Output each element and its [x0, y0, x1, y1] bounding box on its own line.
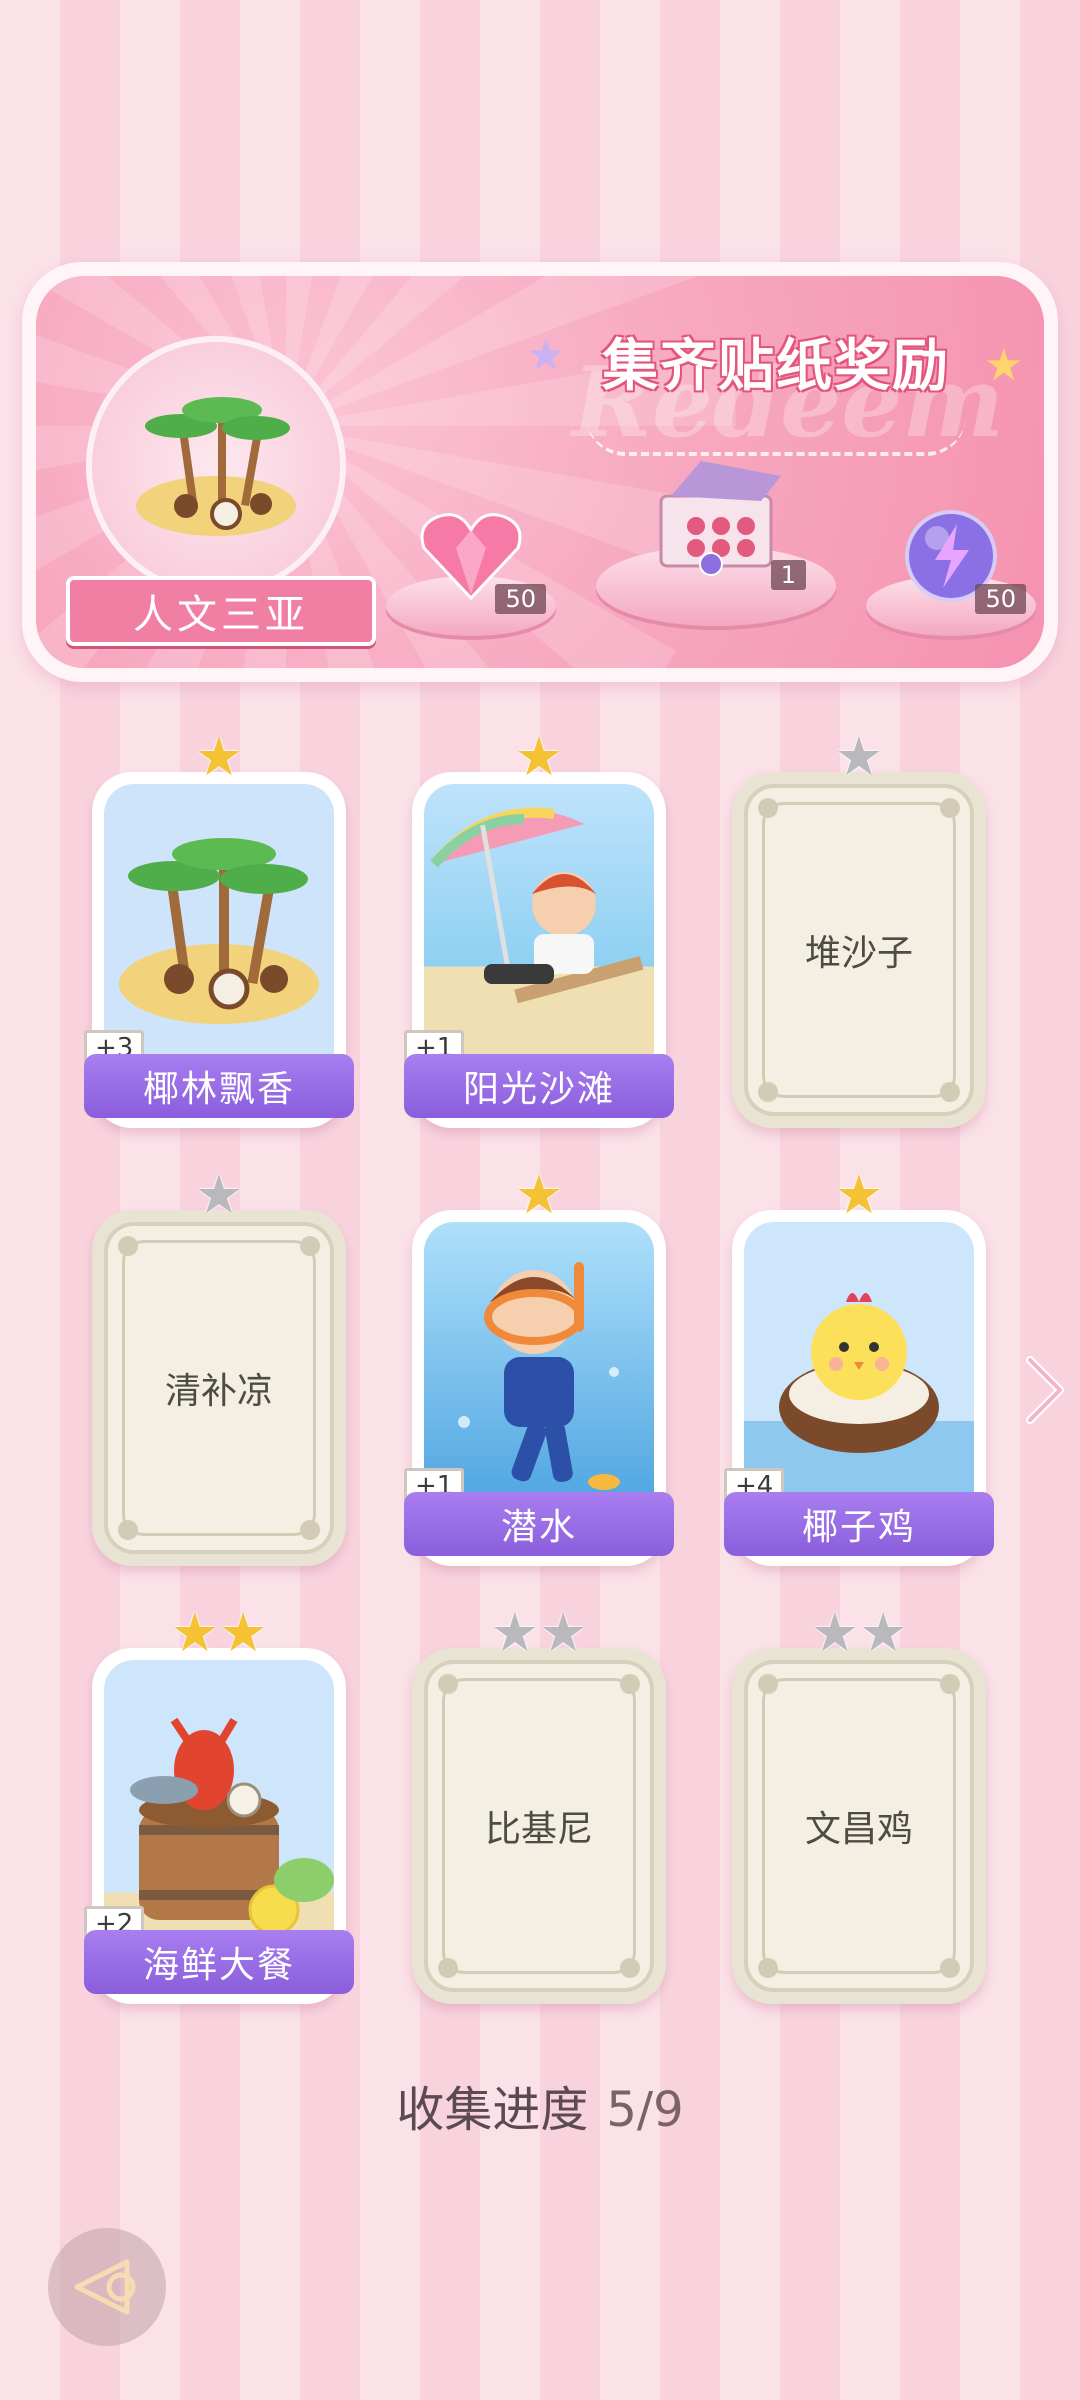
- star-icon: ★: [490, 1601, 539, 1664]
- star-icon: ★: [219, 1601, 268, 1664]
- star-icon: ★: [514, 725, 564, 788]
- sticker-card-locked-dessert[interactable]: ★ 清补凉: [92, 1168, 346, 1566]
- card-frame: 比基尼: [424, 1660, 654, 1992]
- sticker-card-diving[interactable]: ★ +1 潜水: [404, 1168, 674, 1566]
- sticker-card-seafood[interactable]: ★ ★ +2 海鲜大餐: [84, 1606, 354, 2004]
- card-frame: 文昌鸡: [744, 1660, 974, 1992]
- star-rating: ★: [732, 730, 986, 784]
- back-arrow-icon: [74, 2259, 136, 2315]
- star-rating: ★ ★: [732, 1606, 986, 1660]
- banner-title: 集齐贴纸奖励: [602, 333, 950, 399]
- reward-count: 1: [770, 560, 806, 590]
- sticker-card-locked-wenchang-chicken[interactable]: ★ ★ 文昌鸡: [732, 1606, 986, 2004]
- star-icon: ★: [810, 1601, 859, 1664]
- card-label: 潜水: [404, 1492, 674, 1556]
- star-rating: ★: [92, 1168, 346, 1222]
- card-label: 椰林飘香: [84, 1054, 354, 1118]
- banner-background: Redeem ★ 集齐贴纸奖励 ★ 人文三亚 50 1 50: [36, 276, 1044, 668]
- star-rating: ★: [412, 1168, 666, 1222]
- star-icon: ★: [194, 1163, 244, 1226]
- star-rating: ★: [732, 1168, 986, 1222]
- card-label: 海鲜大餐: [84, 1930, 354, 1994]
- progress-label: 收集进度: [396, 2082, 589, 2138]
- card-label: 堆沙子: [804, 933, 913, 974]
- reward-heart-gem[interactable]: 50: [386, 456, 556, 636]
- reward-lightning-orb[interactable]: 50: [866, 456, 1036, 636]
- reward-gift-box[interactable]: 1: [596, 416, 836, 626]
- chevron-right-icon[interactable]: [1020, 1350, 1070, 1430]
- star-icon: ★: [170, 1601, 219, 1664]
- region-ribbon: 人文三亚: [66, 576, 376, 646]
- star-rating: ★: [412, 730, 666, 784]
- reward-count: 50: [495, 584, 546, 614]
- card-label: 文昌鸡: [804, 1809, 913, 1850]
- star-icon: ★: [539, 1601, 588, 1664]
- sticker-card-locked-bikini[interactable]: ★ ★ 比基尼: [412, 1606, 666, 2004]
- card-label: 椰子鸡: [724, 1492, 994, 1556]
- progress-value: 5/9: [606, 2082, 684, 2138]
- card-label: 阳光沙滩: [404, 1054, 674, 1118]
- sticker-card-coconut-grove[interactable]: ★ +3 椰林飘香: [84, 730, 354, 1128]
- gift-box-icon: [659, 461, 781, 576]
- sticker-card-locked-sand[interactable]: ★ 堆沙子: [732, 730, 986, 1128]
- banner-title-wrap: 集齐贴纸奖励: [546, 316, 1006, 406]
- sticker-card-coconut-chicken[interactable]: ★ +4 椰子鸡: [724, 1168, 994, 1566]
- card-frame: 清补凉: [104, 1222, 334, 1554]
- star-rating: ★ ★: [412, 1606, 666, 1660]
- star-rating: ★: [92, 730, 346, 784]
- back-button[interactable]: [48, 2228, 166, 2346]
- reward-banner: Redeem ★ 集齐贴纸奖励 ★ 人文三亚 50 1 50: [22, 262, 1058, 682]
- star-icon: ★: [194, 725, 244, 788]
- card-label: 清补凉: [164, 1371, 273, 1412]
- region-badge: [86, 336, 346, 596]
- star-icon: ★: [859, 1601, 908, 1664]
- card-label: 比基尼: [484, 1809, 593, 1850]
- star-decoration-icon: ★: [984, 340, 1024, 391]
- coconut-island-icon: [136, 397, 296, 536]
- sticker-card-sunny-beach[interactable]: ★ +1 阳光沙滩: [404, 730, 674, 1128]
- reward-count: 50: [975, 584, 1026, 614]
- star-icon: ★: [834, 1163, 884, 1226]
- star-icon: ★: [514, 1163, 564, 1226]
- card-frame: 堆沙子: [744, 784, 974, 1116]
- region-name: 人文三亚: [133, 592, 309, 638]
- star-rating: ★ ★: [92, 1606, 346, 1660]
- star-icon: ★: [834, 725, 884, 788]
- collection-progress: 收集进度 5/9: [0, 2070, 1080, 2140]
